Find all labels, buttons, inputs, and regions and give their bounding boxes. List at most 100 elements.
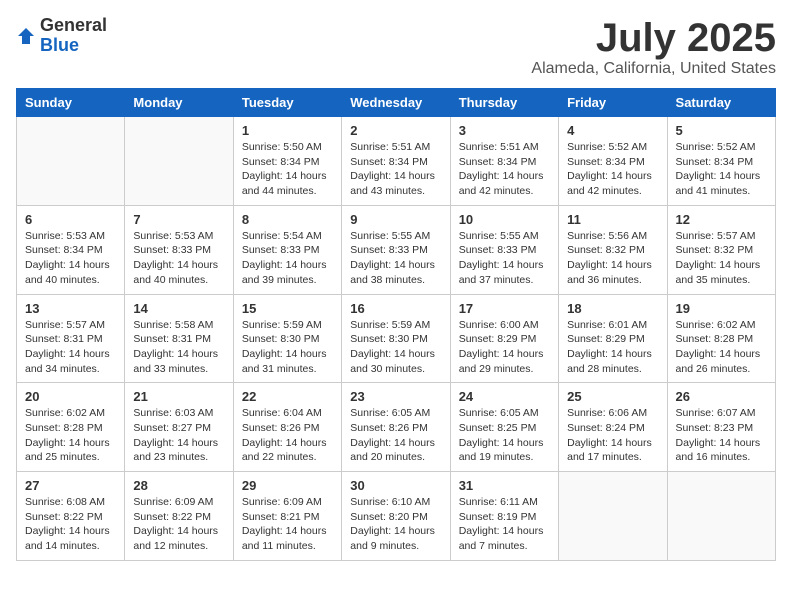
day-number: 3	[459, 123, 550, 138]
table-row: 20 Sunrise: 6:02 AMSunset: 8:28 PMDayligh…	[17, 383, 125, 472]
table-row: 14Sunrise: 5:58 AMSunset: 8:31 PMDayligh…	[125, 294, 233, 383]
table-row	[667, 472, 775, 561]
table-row: 3 Sunrise: 5:51 AMSunset: 8:34 PMDaylight…	[450, 117, 558, 206]
day-number: 26	[676, 389, 767, 404]
logo-icon	[16, 26, 36, 46]
table-row: 19 Sunrise: 6:02 AMSunset: 8:28 PMDayligh…	[667, 294, 775, 383]
day-info: Sunrise: 6:09 AMSunset: 8:21 PMDaylight:…	[242, 495, 333, 554]
page-container: General Blue July 2025 Alameda, Californ…	[0, 0, 792, 577]
header-saturday: Saturday	[667, 89, 775, 117]
day-number: 6	[25, 212, 116, 227]
day-number: 29	[242, 478, 333, 493]
table-row	[125, 117, 233, 206]
table-row: 13Sunrise: 5:57 AMSunset: 8:31 PMDayligh…	[17, 294, 125, 383]
logo-blue: Blue	[40, 36, 107, 56]
day-number: 31	[459, 478, 550, 493]
day-info: Sunrise: 6:06 AMSunset: 8:24 PMDaylight:…	[567, 406, 658, 465]
header-tuesday: Tuesday	[233, 89, 341, 117]
table-row: 22 Sunrise: 6:04 AMSunset: 8:26 PMDayligh…	[233, 383, 341, 472]
table-row: 28Sunrise: 6:09 AMSunset: 8:22 PMDayligh…	[125, 472, 233, 561]
table-row: 15 Sunrise: 5:59 AMSunset: 8:30 PMDayligh…	[233, 294, 341, 383]
day-info: Sunrise: 6:01 AMSunset: 8:29 PMDaylight:…	[567, 318, 658, 377]
day-number: 25	[567, 389, 658, 404]
day-number: 19	[676, 301, 767, 316]
header: General Blue July 2025 Alameda, Californ…	[16, 16, 776, 78]
table-row: 12Sunrise: 5:57 AMSunset: 8:32 PMDayligh…	[667, 205, 775, 294]
day-info: Sunrise: 6:07 AMSunset: 8:23 PMDaylight:…	[676, 406, 767, 465]
day-number: 24	[459, 389, 550, 404]
calendar-table: Sunday Monday Tuesday Wednesday Thursday…	[16, 88, 776, 561]
day-info: Sunrise: 5:55 AMSunset: 8:33 PMDaylight:…	[350, 229, 441, 288]
title-block: July 2025 Alameda, California, United St…	[531, 16, 776, 78]
day-number: 23	[350, 389, 441, 404]
calendar-week-row: 1 Sunrise: 5:50 AMSunset: 8:34 PMDaylight…	[17, 117, 776, 206]
day-info: Sunrise: 5:59 AMSunset: 8:30 PMDaylight:…	[242, 318, 333, 377]
day-number: 10	[459, 212, 550, 227]
calendar-week-row: 27 Sunrise: 6:08 AMSunset: 8:22 PMDayligh…	[17, 472, 776, 561]
day-info: Sunrise: 6:08 AMSunset: 8:22 PMDaylight:…	[25, 495, 116, 554]
day-number: 9	[350, 212, 441, 227]
day-info: Sunrise: 6:10 AMSunset: 8:20 PMDaylight:…	[350, 495, 441, 554]
logo-text: General Blue	[40, 16, 107, 56]
day-info: Sunrise: 6:02 AMSunset: 8:28 PMDaylight:…	[25, 406, 116, 465]
day-number: 22	[242, 389, 333, 404]
day-info: Sunrise: 5:52 AMSunset: 8:34 PMDaylight:…	[676, 140, 767, 199]
day-number: 2	[350, 123, 441, 138]
day-info: Sunrise: 5:53 AMSunset: 8:34 PMDaylight:…	[25, 229, 116, 288]
day-number: 14	[133, 301, 224, 316]
table-row: 5 Sunrise: 5:52 AMSunset: 8:34 PMDaylight…	[667, 117, 775, 206]
day-info: Sunrise: 6:09 AMSunset: 8:22 PMDaylight:…	[133, 495, 224, 554]
day-number: 30	[350, 478, 441, 493]
logo: General Blue	[16, 16, 107, 56]
calendar-week-row: 6 Sunrise: 5:53 AMSunset: 8:34 PMDaylight…	[17, 205, 776, 294]
table-row	[559, 472, 667, 561]
day-number: 11	[567, 212, 658, 227]
day-info: Sunrise: 6:05 AMSunset: 8:26 PMDaylight:…	[350, 406, 441, 465]
day-number: 16	[350, 301, 441, 316]
day-number: 18	[567, 301, 658, 316]
day-info: Sunrise: 5:51 AMSunset: 8:34 PMDaylight:…	[459, 140, 550, 199]
calendar-week-row: 13Sunrise: 5:57 AMSunset: 8:31 PMDayligh…	[17, 294, 776, 383]
subtitle: Alameda, California, United States	[531, 60, 776, 78]
table-row: 18 Sunrise: 6:01 AMSunset: 8:29 PMDayligh…	[559, 294, 667, 383]
day-info: Sunrise: 6:03 AMSunset: 8:27 PMDaylight:…	[133, 406, 224, 465]
day-number: 17	[459, 301, 550, 316]
header-sunday: Sunday	[17, 89, 125, 117]
day-info: Sunrise: 5:56 AMSunset: 8:32 PMDaylight:…	[567, 229, 658, 288]
day-info: Sunrise: 5:55 AMSunset: 8:33 PMDaylight:…	[459, 229, 550, 288]
day-info: Sunrise: 5:59 AMSunset: 8:30 PMDaylight:…	[350, 318, 441, 377]
table-row: 26 Sunrise: 6:07 AMSunset: 8:23 PMDayligh…	[667, 383, 775, 472]
table-row: 23 Sunrise: 6:05 AMSunset: 8:26 PMDayligh…	[342, 383, 450, 472]
day-number: 27	[25, 478, 116, 493]
header-thursday: Thursday	[450, 89, 558, 117]
day-number: 13	[25, 301, 116, 316]
day-number: 4	[567, 123, 658, 138]
day-info: Sunrise: 5:51 AMSunset: 8:34 PMDaylight:…	[350, 140, 441, 199]
day-info: Sunrise: 5:52 AMSunset: 8:34 PMDaylight:…	[567, 140, 658, 199]
day-number: 5	[676, 123, 767, 138]
day-info: Sunrise: 5:50 AMSunset: 8:34 PMDaylight:…	[242, 140, 333, 199]
table-row: 10 Sunrise: 5:55 AMSunset: 8:33 PMDayligh…	[450, 205, 558, 294]
table-row: 29 Sunrise: 6:09 AMSunset: 8:21 PMDayligh…	[233, 472, 341, 561]
header-wednesday: Wednesday	[342, 89, 450, 117]
day-number: 8	[242, 212, 333, 227]
day-number: 15	[242, 301, 333, 316]
table-row: 25 Sunrise: 6:06 AMSunset: 8:24 PMDayligh…	[559, 383, 667, 472]
table-row: 8Sunrise: 5:54 AMSunset: 8:33 PMDaylight…	[233, 205, 341, 294]
table-row: 6 Sunrise: 5:53 AMSunset: 8:34 PMDaylight…	[17, 205, 125, 294]
table-row	[17, 117, 125, 206]
day-info: Sunrise: 6:02 AMSunset: 8:28 PMDaylight:…	[676, 318, 767, 377]
table-row: 4 Sunrise: 5:52 AMSunset: 8:34 PMDaylight…	[559, 117, 667, 206]
table-row: 2 Sunrise: 5:51 AMSunset: 8:34 PMDaylight…	[342, 117, 450, 206]
day-number: 7	[133, 212, 224, 227]
table-row: 21 Sunrise: 6:03 AMSunset: 8:27 PMDayligh…	[125, 383, 233, 472]
table-row: 17 Sunrise: 6:00 AMSunset: 8:29 PMDayligh…	[450, 294, 558, 383]
day-info: Sunrise: 6:04 AMSunset: 8:26 PMDaylight:…	[242, 406, 333, 465]
day-number: 1	[242, 123, 333, 138]
calendar-week-row: 20 Sunrise: 6:02 AMSunset: 8:28 PMDayligh…	[17, 383, 776, 472]
day-number: 20	[25, 389, 116, 404]
day-number: 21	[133, 389, 224, 404]
day-info: Sunrise: 6:00 AMSunset: 8:29 PMDaylight:…	[459, 318, 550, 377]
table-row: 16 Sunrise: 5:59 AMSunset: 8:30 PMDayligh…	[342, 294, 450, 383]
table-row: 24Sunrise: 6:05 AMSunset: 8:25 PMDayligh…	[450, 383, 558, 472]
